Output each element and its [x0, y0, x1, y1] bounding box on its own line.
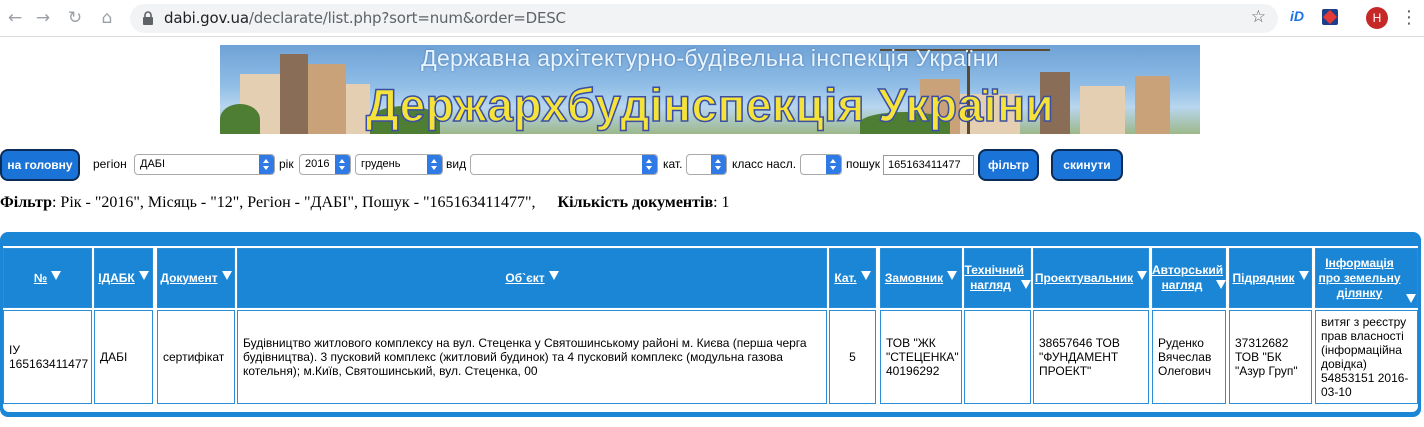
column-header-category[interactable]: Кат.: [829, 248, 876, 308]
sort-arrow-icon: [1298, 270, 1309, 280]
reset-button[interactable]: скинути: [1051, 149, 1123, 181]
chevron-updown-icon: [711, 155, 726, 174]
table-cell-designer: 38657646 ТОВ "ФУНДАМЕНТ ПРОЕКТ": [1033, 310, 1149, 404]
search-input[interactable]: 165163411477: [883, 155, 974, 175]
chevron-updown-icon: [259, 155, 274, 174]
table-cell-category: 5: [829, 310, 876, 404]
category-label: кат.: [663, 157, 683, 171]
filter-summary-text: : Рік - "2016", Місяць - "12", Регіон - …: [51, 194, 536, 211]
sort-arrow-icon: [1137, 270, 1148, 280]
address-bar[interactable]: dabi.gov.ua/declarate/list.php?sort=num&…: [130, 4, 1278, 33]
document-count-value: : 1: [713, 194, 730, 211]
extension-id-icon[interactable]: iD: [1290, 8, 1304, 24]
extension-icon[interactable]: [1322, 9, 1338, 25]
bookmark-star-icon[interactable]: ☆: [1251, 7, 1266, 27]
class-label: класс насл.: [732, 157, 797, 171]
column-header-object[interactable]: Об`єкт: [237, 248, 827, 308]
category-select[interactable]: [686, 154, 727, 175]
search-label: пошук: [846, 157, 881, 171]
column-header-num[interactable]: №: [3, 248, 92, 308]
table-cell-contractor: 37312682 ТОВ "БК "Азур Груп": [1229, 310, 1312, 404]
filter-button[interactable]: фільтр: [978, 149, 1039, 181]
site-banner: Державна архітектурно-будівельна інспекц…: [220, 45, 1200, 134]
sort-arrow-icon: [548, 270, 559, 280]
table-cell-land-info: витяг з реєстру прав власності (інформац…: [1315, 310, 1418, 404]
region-select[interactable]: ДАБІ: [134, 154, 275, 175]
banner-subtitle: Державна архітектурно-будівельна інспекц…: [421, 45, 999, 71]
chevron-updown-icon: [427, 155, 442, 174]
table-cell-customer: ТОВ "ЖК "СТЕЦЕНКА" 40196292: [880, 310, 962, 404]
banner-title: Держархбудінспекція України: [365, 78, 1055, 132]
sort-arrow-icon: [1020, 279, 1031, 289]
document-count-label: Кількість документів: [557, 194, 714, 211]
month-select[interactable]: грудень: [355, 154, 443, 175]
reload-icon[interactable]: ↻: [64, 7, 86, 29]
url-text: dabi.gov.ua/declarate/list.php?sort=num&…: [164, 9, 566, 27]
home-icon[interactable]: ⌂: [96, 7, 118, 29]
results-table: № ІДАБК Документ Об`єкт Кат. Замовник Те…: [0, 232, 1421, 417]
forward-icon[interactable]: →: [32, 7, 54, 29]
back-icon[interactable]: ←: [4, 7, 26, 29]
table-cell-idabk: ДАБІ: [94, 310, 153, 404]
filter-summary: Фільтр: Рік - "2016", Місяць - "12", Рег…: [0, 194, 730, 212]
year-select[interactable]: 2016: [299, 154, 351, 175]
table-cell-num: ІУ 165163411477: [3, 310, 92, 404]
table-cell-author-supervision: Руденко Вячеслав Олегович: [1152, 310, 1226, 404]
menu-kebab-icon[interactable]: ⋮: [1400, 6, 1418, 30]
column-header-designer[interactable]: Проектувальник: [1033, 248, 1149, 308]
column-header-land-info[interactable]: Інформація про земельну ділянку: [1315, 248, 1418, 308]
column-header-customer[interactable]: Замовник: [880, 248, 962, 308]
lock-icon: [143, 11, 153, 25]
home-button[interactable]: на головну: [0, 149, 80, 181]
class-select[interactable]: [800, 154, 842, 175]
sort-arrow-icon: [1216, 279, 1226, 289]
type-label: вид: [446, 157, 467, 171]
table-cell-document: сертифікат: [157, 310, 235, 404]
column-header-idabk[interactable]: ІДАБК: [94, 248, 153, 308]
sort-arrow-icon: [860, 270, 871, 280]
table-cell-tech-supervision: [964, 310, 1031, 404]
filter-bar: на головну регіон ДАБІ рік 2016 грудень …: [0, 149, 1424, 181]
column-header-contractor[interactable]: Підрядник: [1229, 248, 1312, 308]
profile-avatar[interactable]: Н: [1366, 7, 1388, 29]
chevron-updown-icon: [642, 155, 657, 174]
chevron-updown-icon: [826, 155, 841, 174]
column-header-author-supervision[interactable]: Авторський нагляд: [1152, 248, 1226, 308]
sort-arrow-icon: [221, 270, 232, 280]
sort-arrow-icon: [51, 270, 62, 280]
region-label: регіон: [93, 157, 127, 171]
column-header-document[interactable]: Документ: [157, 248, 235, 308]
chevron-updown-icon: [335, 155, 350, 174]
filter-summary-label: Фільтр: [0, 194, 52, 211]
sort-arrow-icon: [947, 270, 958, 280]
column-header-tech-supervision[interactable]: Технічний нагляд: [964, 248, 1031, 308]
year-label: рік: [279, 157, 294, 171]
browser-toolbar: ← → ↻ ⌂ dabi.gov.ua/declarate/list.php?s…: [0, 0, 1424, 37]
sort-arrow-icon: [1405, 293, 1416, 303]
sort-arrow-icon: [138, 270, 149, 280]
type-select[interactable]: [470, 154, 658, 175]
table-cell-object: Будівництво житлового комплексу на вул. …: [237, 310, 827, 404]
